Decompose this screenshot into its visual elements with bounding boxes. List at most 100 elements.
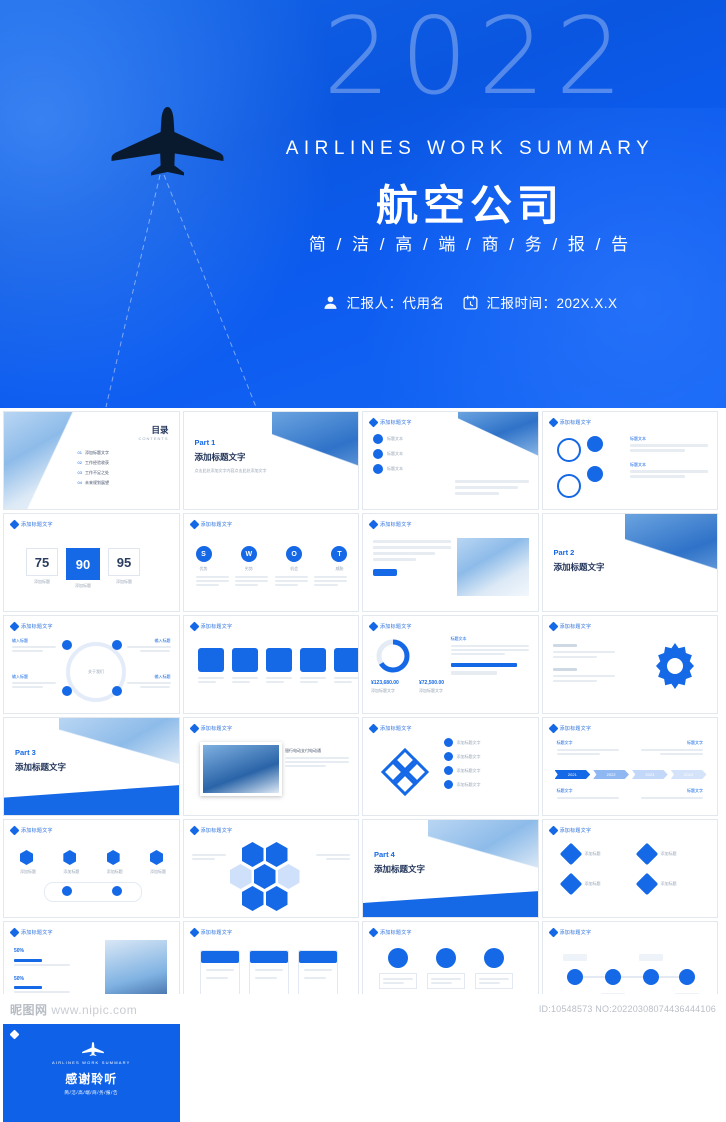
part-desc: 点击此处添加文字内容点击此处添加文字 xyxy=(194,468,267,473)
timeline-year: 2023 xyxy=(632,770,668,779)
diamond-tile xyxy=(635,842,658,866)
slide-tag-label: 添加标题文字 xyxy=(21,522,53,528)
slide-thumb-diamond-grid[interactable]: 添加标题文字 添加标题 添加标题 添加标题 添加标题 xyxy=(541,819,718,918)
slide-tag: 添加标题文字 xyxy=(189,519,233,530)
slide-tag-label: 添加标题文字 xyxy=(559,726,592,732)
slide-tag: 添加标题文字 xyxy=(368,927,412,938)
hexagon-icon xyxy=(277,864,300,889)
stat-caption: 添加标题文字 xyxy=(419,687,443,693)
slide-tag: 添加标题文字 xyxy=(548,621,592,632)
contents-item-label: 添加标题文字 xyxy=(84,450,109,455)
contents-title: 目录 xyxy=(151,425,169,435)
diamond-icon xyxy=(189,723,199,734)
slide-tag-label: 添加标题文字 xyxy=(559,930,592,936)
timeline-title: 标题文字 xyxy=(556,788,573,793)
slide-tag-label: 添加标题文字 xyxy=(559,420,592,426)
slide-thumb-part4[interactable]: Part 4 添加标题文字 xyxy=(362,819,539,918)
person-icon xyxy=(436,948,456,968)
slide-tag-label: 添加标题文字 xyxy=(200,522,233,528)
contents-item-no: 01 xyxy=(77,450,82,455)
ring-label: 输入标题 xyxy=(12,674,28,679)
flower-diagram-icon xyxy=(380,747,430,797)
icon-tile xyxy=(231,648,258,672)
timeline-year: 2022 xyxy=(593,770,629,779)
subtitle: 简 / 洁 / 高 / 端 / 商 / 务 / 报 / 告 xyxy=(308,235,632,254)
slide-thumb-part1[interactable]: Part 1 添加标题文字 点击此处添加文字内容点击此处添加文字 xyxy=(182,411,359,510)
kpi-caption: 添加标题 xyxy=(75,583,91,588)
title-slide: 2022 AIRLINES WORK SUMMARY 航空公司 简 / 洁 / … xyxy=(0,0,726,408)
slide-tag-label: 添加标题文字 xyxy=(200,726,233,732)
diamond-icon xyxy=(368,519,379,530)
kpi-value: 95 xyxy=(116,554,132,570)
card-label: 标题文本 xyxy=(387,466,403,471)
slide-thumb-gear[interactable]: 添加标题文字 xyxy=(541,615,718,714)
slide-tag: 添加标题文字 xyxy=(189,723,233,734)
slide-thumb-flower-list[interactable]: 添加标题文字 添加标题文字 添加标题文字 添加标题文字 添加标题文字 xyxy=(362,717,539,816)
icon-tile xyxy=(333,648,359,672)
slide-tag: 添加标题文字 xyxy=(548,417,592,428)
slide-tag: 添加标题文字 xyxy=(9,825,53,836)
slide-thumb-icon-row[interactable]: 添加标题文字 xyxy=(182,615,359,714)
slide-thumb-photo-card[interactable]: 添加标题文字 银行电动支付电动通 xyxy=(182,717,359,816)
presenter-label: 汇报人：代用名 xyxy=(346,296,445,311)
slide-thumb-cards-right[interactable]: 添加标题文字 标题文本 标题文本 标题文本 xyxy=(362,411,539,510)
slide-tag-label: 添加标题文字 xyxy=(380,726,412,732)
diamond-label: 添加标题 xyxy=(584,881,601,886)
slide-tag-label: 添加标题文字 xyxy=(21,828,53,834)
slide-thumb-swot[interactable]: 添加标题文字 S 优势 W 劣势 O 机会 T 威胁 xyxy=(182,513,359,612)
kpi-caption: 添加标题 xyxy=(34,579,50,584)
diamond-tile xyxy=(635,872,658,896)
slide-thumb-text-photo[interactable]: 添加标题文字 xyxy=(362,513,539,612)
slide-thumb-timeline[interactable]: 添加标题文字 标题文字 标题文字 2021 2022 2023 2024 标题文… xyxy=(541,717,718,816)
diamond-label: 添加标题 xyxy=(584,851,601,856)
swot-label: 劣势 xyxy=(244,566,253,571)
flower-label: 添加标题文字 xyxy=(456,781,481,787)
ring-node-icon xyxy=(62,686,72,696)
slide-tag: 添加标题文字 xyxy=(189,621,233,632)
diamond-icon xyxy=(189,927,199,938)
slide-thumb-part3[interactable]: Part 3 添加标题文字 xyxy=(3,717,180,816)
thanks-english: AIRLINES WORK SUMMARY xyxy=(52,1060,131,1065)
slide-thumb-part2[interactable]: Part 2 添加标题文字 xyxy=(541,513,718,612)
diamond-label: 添加标题 xyxy=(660,851,677,856)
ring-label: 输入标题 xyxy=(154,674,171,679)
diamond-tile xyxy=(559,872,582,896)
slide-tag-label: 添加标题文字 xyxy=(200,624,233,630)
slide-tag: 添加标题文字 xyxy=(368,621,412,632)
diamond-icon xyxy=(368,723,379,734)
contents-item-label: 工作不足之处 xyxy=(84,470,109,475)
slide-thumb-donut-stats[interactable]: 添加标题文字 ¥123,680.00 添加标题文字 ¥72,500.00 添加标… xyxy=(362,615,539,714)
slide-tag-label: 添加标题文字 xyxy=(559,828,592,834)
slide-tag: 添加标题文字 xyxy=(189,825,233,836)
slide-thumb-thanks[interactable]: AIRLINES WORK SUMMARY 感谢聆听 简/洁/高/端/商/务/报… xyxy=(3,1023,180,1122)
hexagon-icon xyxy=(241,842,264,867)
slide-tag-label: 添加标题文字 xyxy=(21,930,53,936)
slide-thumb-hex-cluster[interactable]: 添加标题文字 xyxy=(182,819,359,918)
watermark-url: www.nipic.com xyxy=(51,1002,138,1017)
diamond-icon xyxy=(368,927,379,938)
airplane-icon xyxy=(110,105,225,180)
slide-thumb-contents[interactable]: 目录 CONTENTS 01 添加标题文字 02 工作经验收获 03 工作不足之处 0… xyxy=(3,411,180,510)
slide-tag: 添加标题文字 xyxy=(548,825,592,836)
photo-thumb xyxy=(199,742,282,796)
icon-tile xyxy=(197,648,224,672)
part-label: Part 4 xyxy=(374,850,395,859)
diamond-icon xyxy=(548,621,558,632)
slide-tag-label: 添加标题文字 xyxy=(200,828,233,834)
hex-label: 添加标题 xyxy=(20,869,36,874)
diamond-tile xyxy=(559,842,582,866)
slide-thumb-hex-row[interactable]: 添加标题文字 添加标题 添加标题 添加标题 添加标题 xyxy=(3,819,180,918)
year-text: 2022 xyxy=(323,0,633,118)
slide-tag: 添加标题文字 xyxy=(9,519,53,530)
thanks-subtitle: 简/洁/高/端/商/务/报/告 xyxy=(64,1090,119,1095)
slide-thumb-circles-text[interactable]: 添加标题文字 标题文本 标题文本 xyxy=(541,411,718,510)
slide-thumb-ring-icons[interactable]: 添加标题文字 关于我们 输入标题 输入标题 输入标题 输入标题 xyxy=(3,615,180,714)
diamond-icon xyxy=(548,417,558,428)
diamond-icon xyxy=(9,519,20,530)
card xyxy=(248,950,289,996)
diamond-icon xyxy=(9,927,20,938)
english-title: AIRLINES WORK SUMMARY xyxy=(285,138,655,159)
hex-label: 添加标题 xyxy=(149,869,166,874)
slide-thumb-kpi[interactable]: 添加标题文字 75 添加标题 90 添加标题 95 添加标题 xyxy=(3,513,180,612)
part-title: 添加标题文字 xyxy=(15,762,67,772)
